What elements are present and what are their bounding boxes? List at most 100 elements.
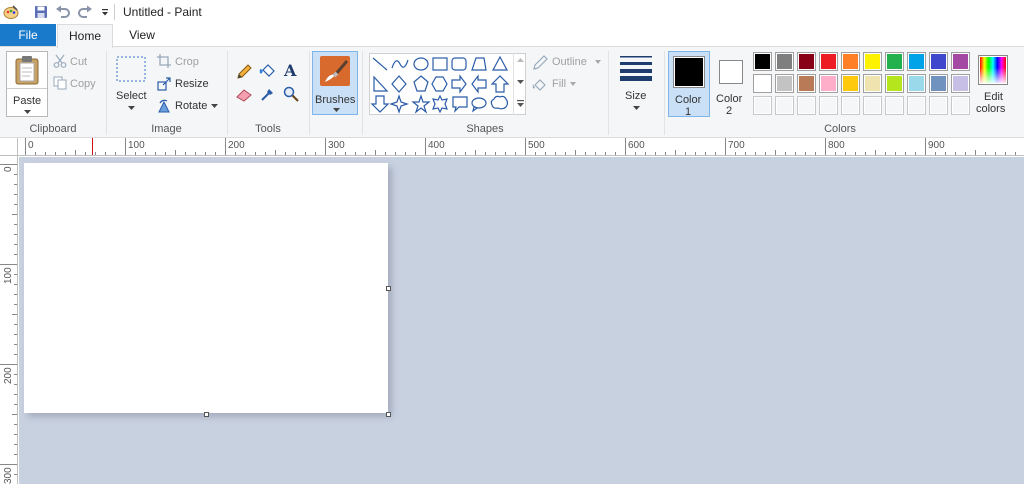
ruler-label: 300 bbox=[328, 140, 345, 151]
color-1-label-line2: 1 bbox=[685, 106, 692, 118]
customize-dropdown-icon[interactable] bbox=[96, 3, 114, 21]
magnifier-icon[interactable] bbox=[282, 85, 300, 103]
rotate-button[interactable]: Rotate bbox=[175, 100, 207, 112]
outline-button[interactable]: Outline bbox=[552, 56, 587, 68]
clipboard-icon bbox=[13, 55, 41, 85]
ruler-label: 700 bbox=[728, 140, 745, 151]
custom-color-slot[interactable] bbox=[797, 96, 816, 115]
copy-button[interactable]: Copy bbox=[70, 78, 96, 90]
custom-color-slot[interactable] bbox=[863, 96, 882, 115]
shapes-scrollbar[interactable] bbox=[513, 53, 526, 115]
redo-icon[interactable] bbox=[76, 3, 94, 21]
tab-view[interactable]: View bbox=[114, 24, 170, 47]
palette-color-swatch[interactable] bbox=[929, 74, 948, 93]
custom-color-slot[interactable] bbox=[885, 96, 904, 115]
ruler-label: 0 bbox=[3, 166, 14, 172]
palette-color-swatch[interactable] bbox=[775, 52, 794, 71]
palette-color-swatch[interactable] bbox=[885, 74, 904, 93]
ruler-label: 500 bbox=[528, 140, 545, 151]
custom-color-slot[interactable] bbox=[907, 96, 926, 115]
ruler-label: 300 bbox=[3, 467, 14, 484]
vertical-ruler: 0 100 200 300 bbox=[0, 156, 18, 484]
chevron-down-icon bbox=[22, 108, 32, 116]
custom-color-slot[interactable] bbox=[951, 96, 970, 115]
expand-gallery-icon[interactable] bbox=[516, 99, 524, 109]
chevron-down-icon[interactable] bbox=[631, 104, 641, 112]
ruler-label: 800 bbox=[828, 140, 845, 151]
crop-icon bbox=[157, 54, 171, 68]
palette-color-swatch[interactable] bbox=[863, 74, 882, 93]
select-button[interactable]: Select bbox=[116, 90, 147, 102]
ruler-corner bbox=[0, 138, 18, 156]
color-1-label-line1: Color bbox=[675, 94, 702, 106]
custom-color-slot[interactable] bbox=[929, 96, 948, 115]
image-group-label: Image bbox=[151, 123, 182, 135]
chevron-down-icon bbox=[331, 106, 341, 114]
scroll-down-icon[interactable] bbox=[516, 79, 524, 85]
rotate-icon bbox=[157, 99, 171, 113]
canvas-workspace[interactable] bbox=[19, 157, 1024, 484]
chevron-down-icon[interactable] bbox=[569, 81, 577, 87]
resize-handle-corner[interactable] bbox=[386, 412, 391, 417]
palette-color-swatch[interactable] bbox=[929, 52, 948, 71]
group-divider bbox=[309, 51, 310, 135]
rainbow-icon bbox=[978, 55, 1008, 85]
brushes-button[interactable]: Brushes bbox=[312, 51, 358, 115]
fill-button[interactable]: Fill bbox=[552, 78, 566, 90]
resize-handle-right[interactable] bbox=[386, 286, 391, 291]
palette-color-swatch[interactable] bbox=[841, 74, 860, 93]
chevron-down-icon[interactable] bbox=[210, 103, 218, 109]
palette-color-swatch[interactable] bbox=[841, 52, 860, 71]
paint-app-icon[interactable] bbox=[2, 3, 20, 21]
crop-button[interactable]: Crop bbox=[175, 56, 199, 68]
palette-color-swatch[interactable] bbox=[885, 52, 904, 71]
palette-color-swatch[interactable] bbox=[753, 52, 772, 71]
select-icon[interactable] bbox=[115, 55, 147, 83]
size-icon[interactable] bbox=[618, 53, 654, 83]
chevron-down-icon[interactable] bbox=[126, 104, 136, 112]
palette-color-swatch[interactable] bbox=[819, 52, 838, 71]
palette-color-swatch[interactable] bbox=[907, 52, 926, 71]
palette-color-swatch[interactable] bbox=[907, 74, 926, 93]
palette-color-swatch[interactable] bbox=[775, 74, 794, 93]
tab-file[interactable]: File bbox=[0, 24, 56, 47]
undo-icon[interactable] bbox=[54, 3, 72, 21]
custom-color-slot[interactable] bbox=[819, 96, 838, 115]
resize-handle-bottom[interactable] bbox=[204, 412, 209, 417]
paste-button[interactable]: Paste bbox=[6, 51, 48, 117]
chevron-down-icon[interactable] bbox=[594, 59, 602, 65]
resize-button[interactable]: Resize bbox=[175, 78, 209, 90]
custom-color-slot[interactable] bbox=[775, 96, 794, 115]
palette-color-swatch[interactable] bbox=[797, 74, 816, 93]
palette-color-swatch[interactable] bbox=[863, 52, 882, 71]
scroll-up-icon[interactable] bbox=[516, 57, 524, 63]
palette-color-swatch[interactable] bbox=[819, 74, 838, 93]
shapes-grid[interactable] bbox=[370, 54, 514, 114]
drawing-canvas[interactable] bbox=[24, 163, 388, 413]
save-icon[interactable] bbox=[32, 3, 50, 21]
fill-bucket-icon[interactable] bbox=[258, 62, 278, 80]
palette-color-swatch[interactable] bbox=[753, 74, 772, 93]
vertical-ruler-ticks bbox=[0, 164, 17, 475]
group-divider bbox=[608, 51, 609, 135]
color-1-swatch bbox=[673, 56, 705, 88]
custom-color-slot[interactable] bbox=[753, 96, 772, 115]
scissors-icon bbox=[53, 54, 67, 68]
color-2-button[interactable]: Color 2 bbox=[712, 51, 752, 117]
tab-home[interactable]: Home bbox=[57, 24, 113, 48]
palette-color-swatch[interactable] bbox=[951, 52, 970, 71]
clipboard-group-label: Clipboard bbox=[29, 123, 77, 135]
cut-button[interactable]: Cut bbox=[70, 56, 87, 68]
eraser-icon[interactable] bbox=[235, 86, 253, 104]
color-picker-icon[interactable] bbox=[259, 85, 277, 103]
palette-color-swatch[interactable] bbox=[797, 52, 816, 71]
text-icon[interactable]: A bbox=[282, 61, 300, 79]
custom-color-slot[interactable] bbox=[841, 96, 860, 115]
pencil-icon[interactable] bbox=[235, 63, 253, 81]
copy-icon bbox=[53, 76, 67, 90]
palette-color-swatch[interactable] bbox=[951, 74, 970, 93]
shapes-gallery[interactable] bbox=[369, 53, 526, 115]
size-button[interactable]: Size bbox=[625, 90, 646, 102]
color-1-button[interactable]: Color 1 bbox=[668, 51, 710, 118]
edit-colors-button[interactable]: Edit colors bbox=[974, 51, 1014, 117]
